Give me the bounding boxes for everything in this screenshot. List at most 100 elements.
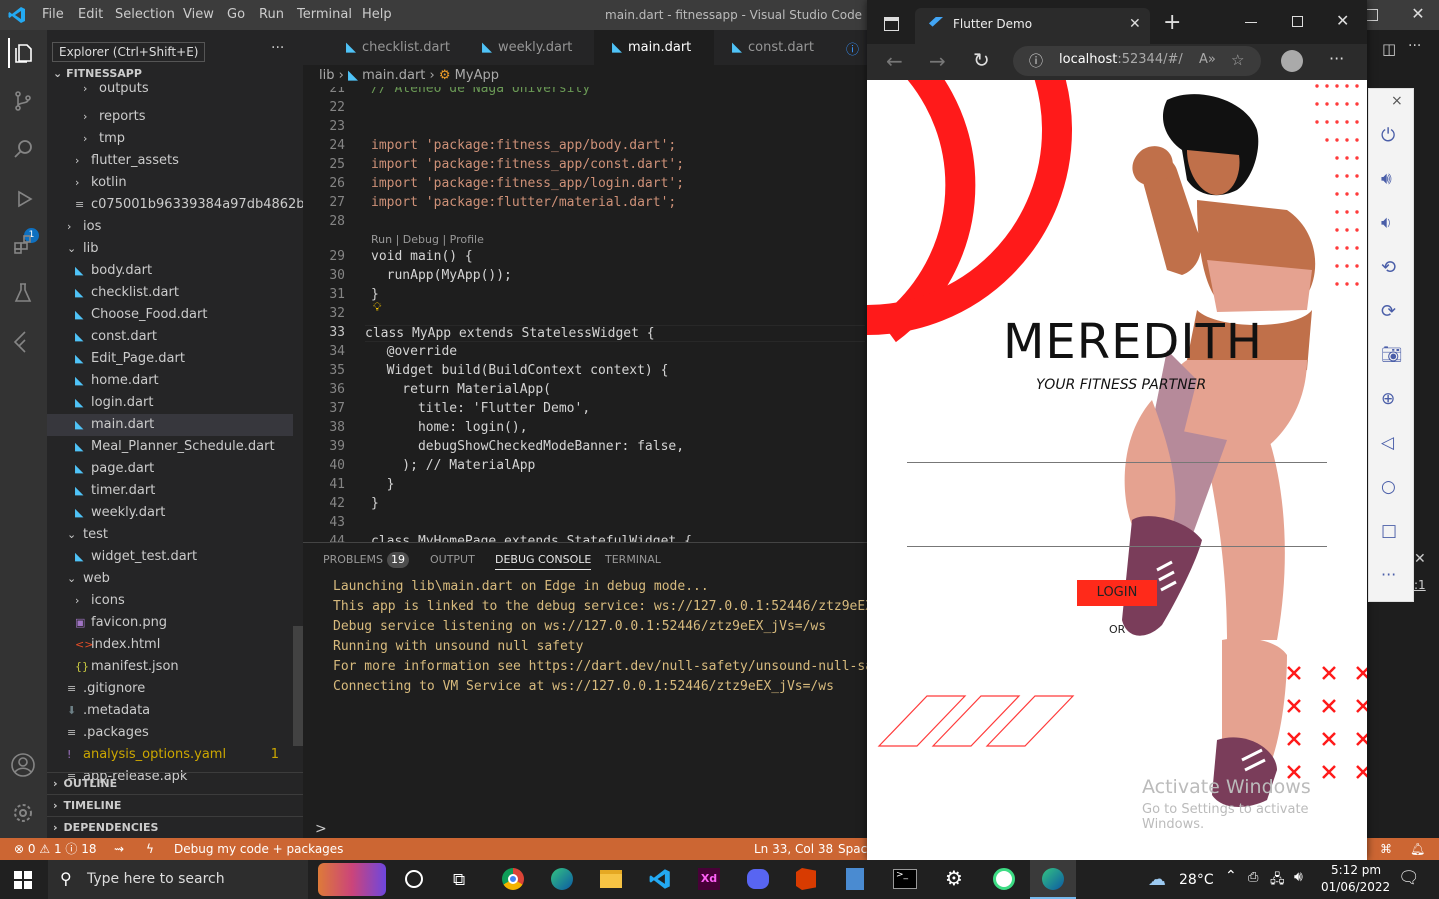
tab-actions-icon[interactable] xyxy=(884,17,899,31)
clock-time[interactable]: 5:12 pm xyxy=(1331,863,1381,877)
extensions-icon[interactable] xyxy=(8,230,38,260)
edge-icon[interactable] xyxy=(551,868,573,890)
temperature-label[interactable]: 28°C xyxy=(1179,872,1214,888)
tree-item[interactable]: ◣ main.dart xyxy=(47,414,293,436)
taskbar-search-box[interactable]: ⚲ Type here to search xyxy=(48,860,308,899)
browser-menu-icon[interactable]: ··· xyxy=(1329,49,1344,68)
browser-tab[interactable]: Flutter Demo ✕ xyxy=(915,8,1150,44)
tree-item[interactable]: › icons xyxy=(47,590,293,612)
tree-item[interactable]: ◣ page.dart xyxy=(47,458,293,480)
emulator-more-button[interactable]: ··· xyxy=(1381,565,1403,587)
volume-down-icon[interactable]: 🔉︎ xyxy=(1381,213,1403,235)
notifications-bell-icon[interactable]: 🔔︎ xyxy=(1410,838,1425,860)
notification-center-icon[interactable]: 🗨︎ xyxy=(1398,868,1420,888)
username-field[interactable] xyxy=(907,430,1327,463)
read-aloud-icon[interactable]: A» xyxy=(1199,52,1216,67)
password-field[interactable] xyxy=(907,514,1327,547)
menu-selection[interactable]: Selection xyxy=(115,7,175,22)
tree-item[interactable]: ⌄ lib xyxy=(47,238,293,260)
panel-tab-terminal[interactable]: TERMINAL xyxy=(605,553,661,566)
close-window-button[interactable]: ✕ xyxy=(1336,11,1349,30)
indentation-status[interactable]: Spac xyxy=(838,838,867,860)
menu-terminal[interactable]: Terminal xyxy=(297,7,352,22)
info-icon[interactable]: ⓘ xyxy=(846,39,859,58)
tree-item[interactable]: {} manifest.json xyxy=(47,656,293,678)
lightbulb-icon[interactable]: 💡︎ xyxy=(373,300,381,315)
tree-item[interactable]: › ios xyxy=(47,216,293,238)
overview-square-icon[interactable]: □ xyxy=(1381,521,1403,543)
breadcrumb-symbol[interactable]: MyApp xyxy=(455,68,499,83)
explorer-more-button[interactable]: ··· xyxy=(271,40,284,56)
flutter-icon[interactable] xyxy=(8,326,38,356)
explorer-icon[interactable] xyxy=(8,38,38,68)
chrome-icon[interactable] xyxy=(502,868,524,890)
edge-active-icon[interactable] xyxy=(1030,860,1076,899)
panel-close-icon[interactable]: ✕ xyxy=(1414,551,1426,567)
menu-run[interactable]: Run xyxy=(259,7,284,22)
tree-item[interactable]: › kotlin xyxy=(47,172,293,194)
tree-item[interactable]: ◣ body.dart xyxy=(47,260,293,282)
tree-item[interactable]: <>index.html xyxy=(47,634,293,656)
camera-icon[interactable]: 📷︎ xyxy=(1381,345,1403,367)
tree-item[interactable]: › tmp xyxy=(47,128,293,150)
sidebar-scrollbar[interactable] xyxy=(293,626,303,746)
terminal-icon[interactable]: >_ xyxy=(893,869,917,889)
login-button[interactable]: LOGIN xyxy=(1077,580,1157,606)
home-circle-icon[interactable]: ○ xyxy=(1381,477,1403,499)
network-icon[interactable]: 🖧︎ xyxy=(1270,870,1285,892)
tree-item[interactable]: ◣ login.dart xyxy=(47,392,293,414)
volume-icon[interactable]: 🔊︎ xyxy=(1294,869,1303,885)
maximize-button[interactable] xyxy=(1292,16,1303,27)
panel-tab-debug-console[interactable]: DEBUG CONSOLE xyxy=(495,553,592,570)
settings-gear-icon[interactable] xyxy=(8,798,38,828)
tree-item[interactable]: ≡ c075001b96339384a97db4862b8a... xyxy=(47,194,333,216)
favorites-star-icon[interactable]: ☆ xyxy=(1231,51,1244,69)
minimize-button[interactable] xyxy=(1245,22,1257,23)
debug-mode-label[interactable]: Debug my code + packages xyxy=(174,838,343,860)
breadcrumb-file[interactable]: main.dart xyxy=(362,68,425,83)
close-tab-icon[interactable]: ✕ xyxy=(1129,16,1141,32)
tree-item[interactable]: ◣ Edit_Page.dart xyxy=(47,348,293,370)
breadcrumb-lib[interactable]: lib xyxy=(319,68,334,83)
chevron-up-icon[interactable]: ⌃ xyxy=(1225,868,1237,884)
more-actions-icon[interactable]: ··· xyxy=(1408,38,1421,54)
vscode-taskbar-icon[interactable] xyxy=(649,868,671,890)
adobe-xd-icon[interactable]: Xd xyxy=(698,868,720,890)
menu-edit[interactable]: Edit xyxy=(78,7,103,22)
tree-item[interactable]: ◣ weekly.dart xyxy=(47,502,293,524)
cortana-icon[interactable] xyxy=(405,870,423,888)
tab-weekly[interactable]: ◣ weekly.dart xyxy=(464,30,594,65)
testing-icon[interactable] xyxy=(8,278,38,308)
new-tab-button[interactable]: + xyxy=(1163,10,1181,35)
tree-item[interactable]: ◣ Meal_Planner_Schedule.dart xyxy=(47,436,293,458)
clock-date[interactable]: 01/06/2022 xyxy=(1321,880,1390,894)
dependencies-section[interactable]: › DEPENDENCIES xyxy=(47,816,303,838)
tree-item[interactable]: ▣ favicon.png xyxy=(47,612,293,634)
settings-gear-icon[interactable]: ⚙ xyxy=(945,866,963,890)
rotate-left-icon[interactable]: ⟲ xyxy=(1381,257,1403,279)
panel-tab-problems[interactable]: PROBLEMS xyxy=(323,553,383,566)
panel-tab-output[interactable]: OUTPUT xyxy=(430,553,475,566)
tree-item[interactable]: ◣ const.dart xyxy=(47,326,293,348)
tree-item[interactable]: › reports xyxy=(47,106,293,128)
forward-arrow-icon[interactable]: → xyxy=(929,49,946,73)
tree-item[interactable]: › flutter_assets xyxy=(47,150,293,172)
tree-item[interactable]: ◣ timer.dart xyxy=(47,480,293,502)
tree-item[interactable]: ⌄ test xyxy=(47,524,293,546)
profile-avatar[interactable] xyxy=(1281,50,1303,72)
tree-item[interactable]: ! analysis_options.yaml 1 xyxy=(47,744,293,766)
tree-item[interactable]: ◣ widget_test.dart xyxy=(47,546,293,568)
tree-item[interactable]: ◣ checklist.dart xyxy=(47,282,293,304)
code-editor[interactable]: 21 // Ateneo de Naga University 22 23 24 impo… xyxy=(303,87,867,542)
meet-now-icon[interactable]: ⎙ xyxy=(1248,870,1258,885)
zoom-icon[interactable]: ⊕ xyxy=(1381,389,1403,411)
codelens-actions[interactable]: Run | Debug | Profile xyxy=(371,233,484,246)
search-highlight-icon[interactable] xyxy=(318,863,386,896)
tree-item[interactable]: ≡ .packages xyxy=(47,722,293,744)
tab-const[interactable]: ◣ const.dart xyxy=(714,30,829,65)
address-bar[interactable]: ⓘ localhost:52344/#/ A» ☆ xyxy=(1013,46,1261,76)
discord-icon[interactable] xyxy=(747,869,769,889)
tab-checklist[interactable]: ◣ checklist.dart xyxy=(328,30,464,65)
windows-start-icon[interactable] xyxy=(14,871,32,889)
timeline-section[interactable]: › TIMELINE xyxy=(47,794,303,816)
